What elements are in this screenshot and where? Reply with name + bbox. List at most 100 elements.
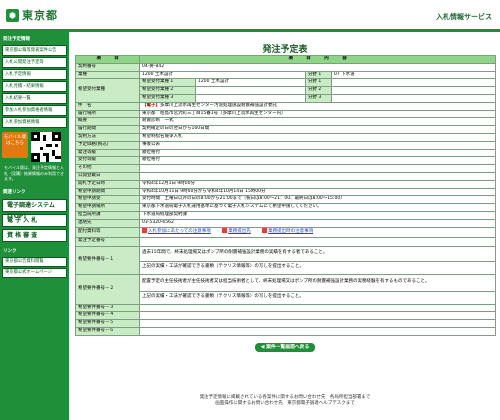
back-to-list-button[interactable]: ◀ 案件一覧画面へ戻る [255, 342, 315, 352]
table-row: 希望受付業種 希望受付業種 1 1200 土木設計 分野 1 [75, 78, 496, 103]
pdf-icon [142, 228, 147, 234]
sidebar-item-shikaku[interactable]: 入札参加資格情報 [2, 117, 67, 128]
service-title: 入札情報サービス [436, 13, 492, 21]
table-row: 概要 耐震診断 一式 [75, 117, 496, 127]
mobile-note: モバイル版は、発注予定情報と入札（見積）結果情報のみ利用できます。 [4, 165, 64, 181]
sidebar-item-yotei[interactable]: 入札予定情報 [2, 69, 67, 80]
row-value [139, 319, 496, 328]
e-bidding-button[interactable]: 電 子 入 札 [2, 213, 67, 227]
sidebar-section-heading-links: 関連リンク [3, 189, 26, 195]
sidebar-link-documents[interactable]: 東京都公告資料閲覧 [2, 256, 67, 267]
row-value [139, 164, 496, 173]
row-value [139, 303, 496, 313]
row-label: 契約番号 [75, 62, 140, 72]
table-row: 予定価格(税込) 事後公表 [75, 140, 496, 150]
row-label: 希望要件番号－４ [75, 311, 140, 321]
row-value: 耐震診断 一式 [139, 117, 496, 127]
sidebar-item-sanka[interactable]: 参加入札参加資格者情報 [2, 105, 67, 116]
hope-field-label: 分野 3 [305, 93, 332, 103]
row-label: 開札予定日時 [75, 179, 140, 189]
table-row: 希望要件番号－１ 過去15年間で、終末処理場又はポンプ所の耐震補強設計業務の実績… [75, 245, 496, 275]
top-bar: ⬢ 東京都 入札情報サービス [0, 0, 500, 29]
row-label: 希望要件番号－６ [75, 326, 140, 336]
footer: 発注予定情報に掲載されている各案件に関するお問い合わせ先 各局所担当部署まで 画… [75, 395, 495, 407]
hope-sub-label: 希望受付業種 2 [139, 86, 196, 95]
hope-field-value [331, 78, 496, 88]
sidebar-item-kekka[interactable]: 入札結果一覧 [2, 93, 67, 104]
logo-text: 東京都 [22, 9, 58, 22]
row-label: 予定価格(税込) [75, 140, 140, 150]
footer-line-2: 画面操作に関するお問い合わせ先 東京都電子調達ヘルプデスクまで [215, 401, 355, 406]
e-procurement-top-button[interactable]: 電子調達システム(TOP) [2, 198, 67, 220]
row-value: 契約確定の日の翌日から160日間 [139, 125, 496, 134]
subject-cell: 【電子】多摩川上流水再生センター汚泥処理施設耐震補強設計委託 [139, 101, 496, 111]
requirement-1-line2: 上記の実績・工法が確認できる書類（テクリス情報等）の写しを提出すること。 [139, 260, 496, 275]
row-label: 履行場所 [75, 109, 140, 119]
header-content: 項 目 内 容 [139, 55, 496, 64]
sidebar-item-kokai[interactable]: 入札公開発注予定等 [2, 57, 67, 68]
row-label: 概要 [75, 117, 140, 127]
row-value [139, 236, 496, 247]
row-label: 業種 [75, 70, 140, 80]
business-value: 1200 土木設計 [139, 70, 306, 80]
row-label: 配付資料等 [75, 226, 140, 238]
requirement-2-line1: 配置予定の主任技術者が主任技術者又は担当技術者として、終末処理場又はポンプ所の耐… [139, 273, 496, 292]
row-label: 希望要件番号－３ [75, 303, 140, 313]
doc-link-submit-notes[interactable]: 業務提出時の注意事項 [262, 228, 313, 234]
requirement-2-line2: 上記の実績・工法が確認できる書類（テクリス情報等）の写しを提出すること。 [139, 290, 496, 305]
electronic-tag: 【電子】 [142, 102, 160, 108]
tokyo-logo[interactable]: ⬢ 東京都 [6, 7, 58, 23]
row-value: 順位格付 [139, 156, 496, 166]
table-row: 希望要件番号－３ [75, 303, 496, 313]
table-header-row: 項 目 項 目 内 容 [75, 55, 496, 64]
pdf-icon [222, 228, 228, 234]
row-value: 令和4年10月11日 9時00分から令和4年10月14日 15時00分 [139, 187, 496, 197]
row-value [139, 326, 496, 336]
row-label: 受付等級 [75, 156, 140, 166]
docs-cell: 入札参加にあたっての注意事項 業務提出先 業務提出時の注意事項 [139, 226, 496, 238]
mobile-button[interactable]: モバイル版 はこちら [2, 132, 28, 158]
table-row: 希望申請受 受付時間 土曜日以外の日の8:00から21:00まで（祝日は8:00〜… [75, 195, 496, 205]
table-row: 希望要件番号－２ 配置予定の主任技術者が主任技術者又は担当技術者として、終末処理… [75, 273, 496, 305]
table-row: 業種 1200 土木設計 分野 1 07 下水道 [75, 70, 496, 80]
pdf-icon [262, 228, 268, 234]
subject-text: 多摩川上流水再生センター汚泥処理施設耐震補強設計委託 [160, 102, 277, 108]
row-label: 公開登載日 [75, 171, 140, 181]
row-label: 希望要件番号－５ [75, 319, 140, 328]
row-label: 希望申請期間 [75, 187, 140, 197]
row-value: 03-5320-6562 [139, 218, 496, 228]
qualification-button[interactable]: 資 格 審 査 [2, 228, 67, 242]
sidebar: 発注予定情報 東京都公報等発表案件公告 入札公開発注予定等 入札予定情報 入札見… [0, 32, 69, 420]
row-value: 令和4年12月1日 9時00分 [139, 179, 496, 189]
table-row: 受付等級 順位格付 [75, 156, 496, 166]
table-row: 希望申請期間 令和4年10月11日 9時00分から令和4年10月14日 15時00… [75, 187, 496, 197]
place-value: 東京都 昭島市宮沢町三丁目15番1号（多摩川上流水再生センター内） [139, 109, 496, 119]
row-label: 履行期間 [75, 125, 140, 134]
doc-link-submit[interactable]: 業務提出先 [222, 228, 251, 234]
table-row: 希望申請場所 東京都下水道局電子入札運用基準に基づく電子入札システムにて希望申請し… [75, 203, 496, 212]
row-label: 担当局所課 [75, 210, 140, 220]
contract-number: 04-要-842 [139, 62, 496, 72]
row-label: 希望要件番号－１ [75, 245, 140, 275]
order-schedule-table: 項 目 項 目 内 容 契約番号 04-要-842 業種 1200 土木設計 分… [75, 55, 496, 336]
row-label: 連絡先 [75, 218, 140, 228]
qr-code-icon [31, 132, 61, 162]
tokyo-emblem-icon: ⬢ [6, 8, 19, 22]
sidebar-item-mitsumori[interactable]: 入札見積・結果情報 [2, 81, 67, 92]
hope-value: 1200 土木設計 [195, 78, 306, 88]
header-item: 項 目 [75, 55, 140, 64]
row-label: 発注予定番号 [75, 236, 140, 247]
table-row: 連絡先 03-5320-6562 [75, 218, 496, 228]
row-label: 件 名 [75, 101, 140, 111]
table-row: 発注予定番号 [75, 236, 496, 247]
hope-field-value [331, 93, 496, 103]
sidebar-item-koho[interactable]: 東京都公報等発表案件公告 [2, 45, 67, 56]
sidebar-link-homepage[interactable]: 東京都公式ホームページ [2, 267, 67, 278]
row-label: その他 [75, 164, 140, 173]
hope-field-label: 分野 1 [305, 78, 332, 88]
page-title: 発注予定表 [262, 45, 308, 55]
doc-link-notes[interactable]: 入札参加にあたっての注意事項 [142, 228, 211, 234]
table-row: 希望要件番号－４ [75, 311, 496, 321]
main-content: 発注予定表 項 目 項 目 内 容 契約番号 04-要-842 業種 1200 … [75, 32, 496, 352]
row-value: 希望制指名競争入札 [139, 132, 496, 142]
